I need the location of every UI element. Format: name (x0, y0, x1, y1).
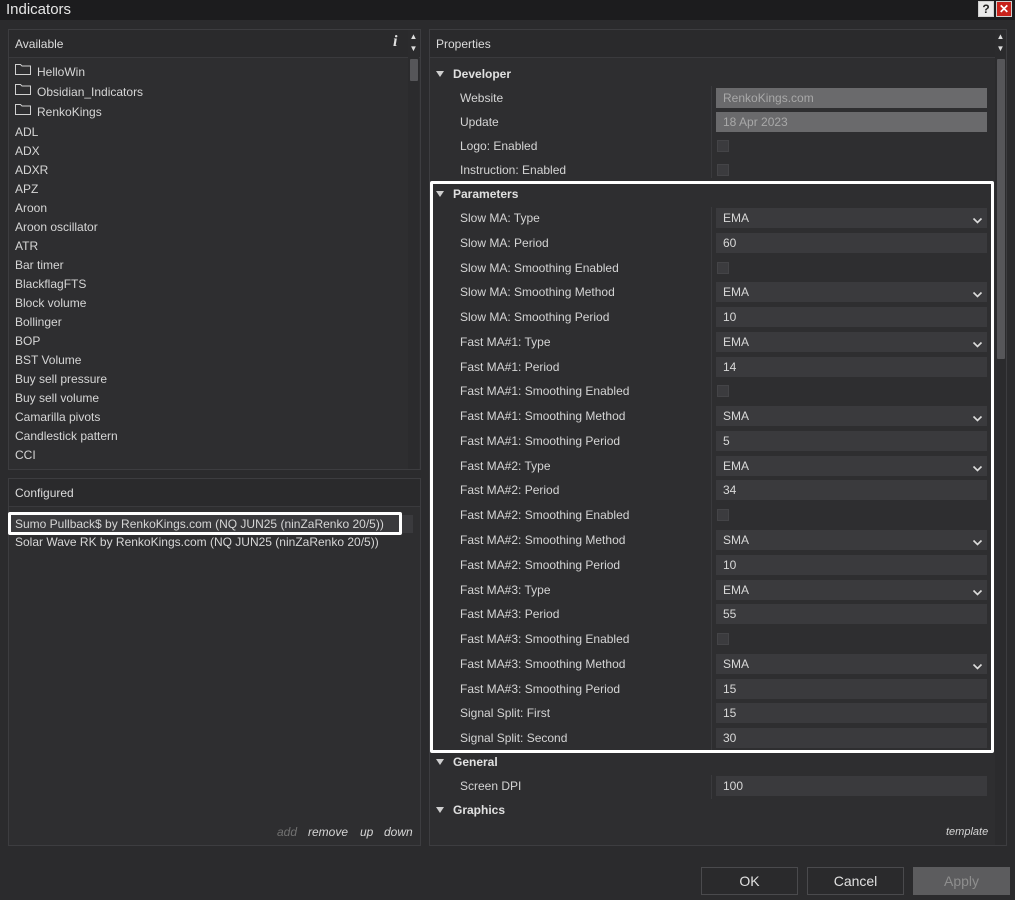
collapse-triangle-icon (436, 806, 444, 813)
category-developer[interactable]: Developer (436, 63, 511, 85)
instruction-enabled-checkbox[interactable] (717, 164, 729, 176)
instruction-enabled-label: Instruction: Enabled (460, 163, 567, 177)
available-panel: Available i ▲ ▼ HelloWin Obsidian_Indicat… (8, 29, 421, 470)
indicator-item[interactable]: Block volume (15, 294, 86, 313)
update-label: Update (460, 115, 499, 129)
folder-label: HelloWin (37, 65, 86, 79)
indicator-item[interactable]: BlackflagFTS (15, 275, 86, 294)
indicator-item[interactable]: Bar timer (15, 256, 64, 275)
column-divider (711, 775, 712, 799)
indicator-item[interactable]: Aroon (15, 199, 47, 218)
collapse-triangle-icon (436, 758, 444, 765)
template-link[interactable]: template (946, 826, 988, 838)
folder-item[interactable]: RenkoKings (15, 103, 102, 122)
properties-title: Properties (436, 37, 491, 51)
window-title: Indicators (6, 1, 72, 18)
configured-header: Configured (9, 479, 420, 507)
scroll-down-icon[interactable]: ▼ (408, 43, 419, 55)
category-label: Graphics (453, 803, 506, 817)
indicator-item[interactable]: ADL (15, 123, 38, 142)
scroll-thumb[interactable] (997, 59, 1005, 359)
indicator-item[interactable]: Buy sell pressure (15, 370, 107, 389)
category-general[interactable]: General (436, 751, 498, 773)
ok-button[interactable]: OK (701, 867, 798, 895)
indicator-item[interactable]: Camarilla pivots (15, 408, 100, 427)
column-divider (711, 86, 712, 178)
indicator-item[interactable]: ADX (15, 142, 40, 161)
properties-header: Properties (430, 30, 1006, 58)
indicator-item[interactable]: APZ (15, 180, 38, 199)
category-label: Developer (453, 67, 512, 81)
logo-enabled-label: Logo: Enabled (460, 139, 538, 153)
scroll-up-icon[interactable]: ▲ (995, 31, 1006, 43)
indicator-item[interactable]: Bollinger (15, 313, 62, 332)
scroll-down-icon[interactable]: ▼ (995, 43, 1006, 55)
folder-item[interactable]: Obsidian_Indicators (15, 83, 143, 102)
category-label: General (453, 755, 498, 769)
screen-dpi-field[interactable]: 100 (716, 776, 987, 796)
help-button[interactable]: ? (978, 1, 994, 17)
folder-icon (15, 82, 31, 101)
logo-enabled-checkbox[interactable] (717, 140, 729, 152)
info-icon[interactable]: i (393, 33, 397, 51)
folder-icon (15, 62, 31, 81)
properties-scrollbar[interactable]: ▲ ▼ (995, 30, 1006, 845)
close-button[interactable]: ✕ (996, 1, 1012, 17)
folder-item[interactable]: HelloWin (15, 63, 85, 82)
folder-label: Obsidian_Indicators (37, 85, 144, 99)
configured-item[interactable]: Solar Wave RK by RenkoKings.com (NQ JUN2… (15, 533, 379, 551)
indicator-item[interactable]: CCI (15, 446, 36, 465)
parameters-highlight (430, 181, 994, 753)
title-bar: Indicators ? ✕ (0, 0, 1015, 20)
folder-icon (15, 102, 31, 121)
scroll-up-icon[interactable]: ▲ (408, 31, 419, 43)
available-header: Available i (9, 30, 420, 58)
indicator-item[interactable]: ATR (15, 237, 38, 256)
scroll-thumb[interactable] (410, 59, 418, 81)
category-graphics[interactable]: Graphics (436, 799, 505, 821)
update-field: 18 Apr 2023 (716, 112, 987, 132)
up-link[interactable]: up (360, 825, 373, 839)
website-label: Website (460, 91, 504, 105)
indicator-item[interactable]: BST Volume (15, 351, 81, 370)
folder-label: RenkoKings (37, 105, 102, 119)
indicator-item[interactable]: Buy sell volume (15, 389, 99, 408)
available-scrollbar[interactable]: ▲ ▼ (408, 30, 419, 469)
screen-dpi-label: Screen DPI (460, 779, 522, 793)
remove-link[interactable]: remove (308, 825, 348, 839)
website-field: RenkoKings.com (716, 88, 987, 108)
cancel-button[interactable]: Cancel (807, 867, 904, 895)
indicator-item[interactable]: Aroon oscillator (15, 218, 98, 237)
indicator-item[interactable]: ADXR (15, 161, 48, 180)
apply-button[interactable]: Apply (913, 867, 1010, 895)
available-title: Available (15, 37, 64, 51)
down-link[interactable]: down (384, 825, 413, 839)
configured-title: Configured (15, 486, 74, 500)
configured-item-highlight (8, 512, 402, 535)
indicator-item[interactable]: BOP (15, 332, 40, 351)
add-link[interactable]: add (277, 825, 297, 839)
indicator-item[interactable]: Candlestick pattern (15, 427, 118, 446)
collapse-triangle-icon (436, 70, 444, 77)
